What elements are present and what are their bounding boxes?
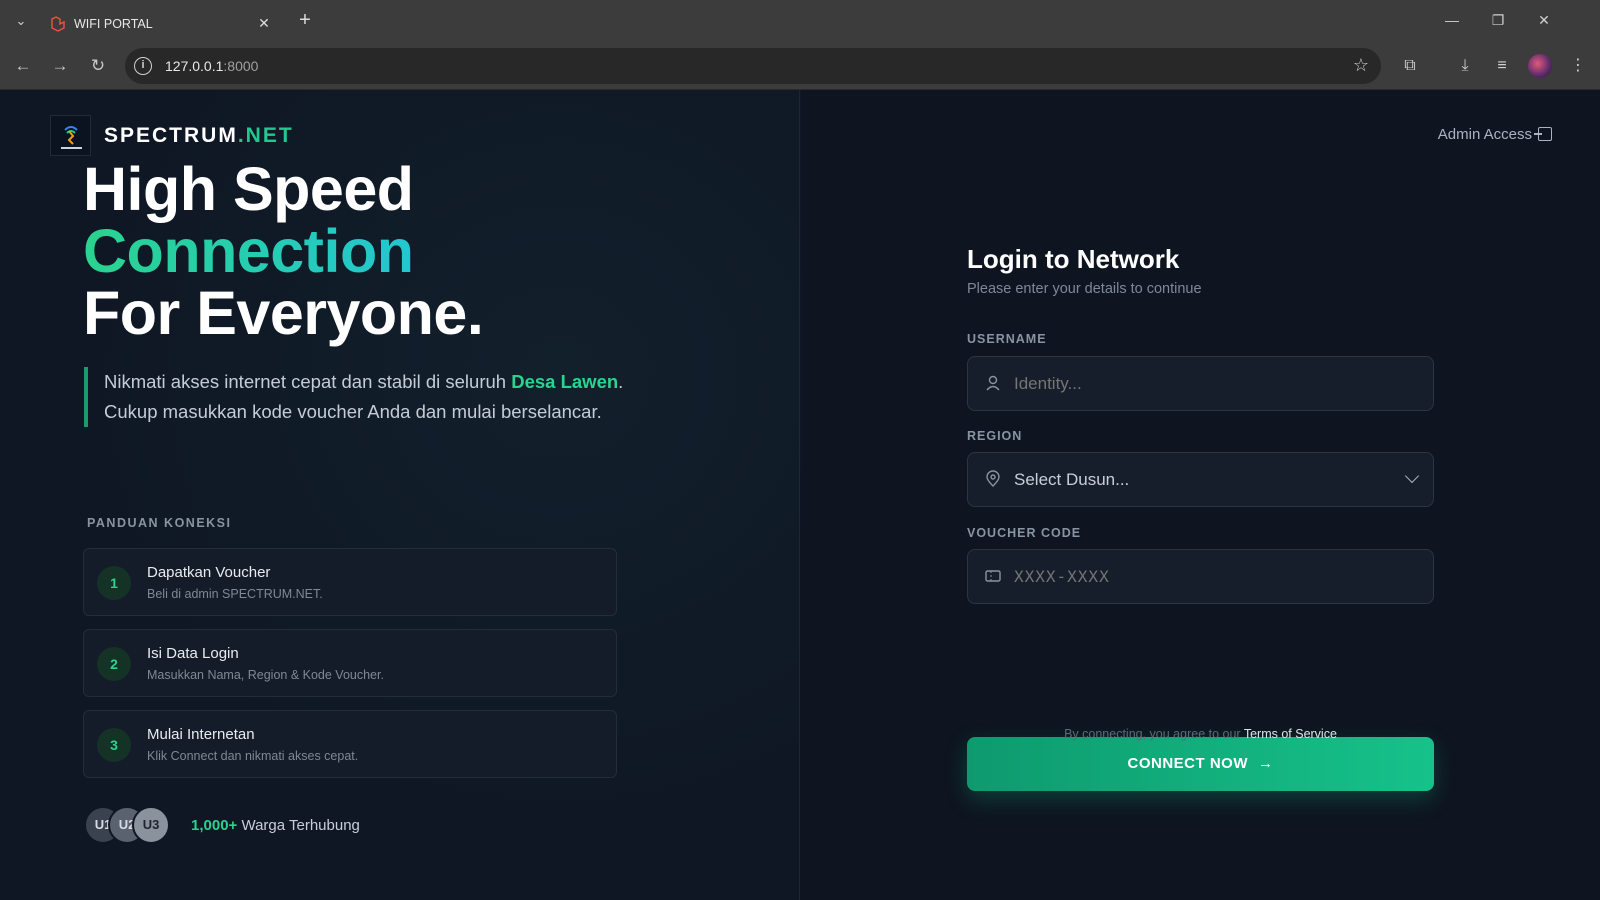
media-control-icon[interactable]: ≡ xyxy=(1490,54,1514,78)
bookmark-star-icon[interactable]: ☆ xyxy=(1353,55,1369,76)
chevron-down-icon xyxy=(1404,468,1420,484)
hero-line-1: High Speed xyxy=(83,155,414,223)
new-tab-button[interactable]: + xyxy=(294,10,316,32)
url-text: 127.0.0.1:8000 xyxy=(165,58,259,74)
browser-tabbar: ⌄ WIFI PORTAL ✕ + — ❐ ✕ xyxy=(0,0,1600,42)
guide-title: PANDUAN KONEKSI xyxy=(87,516,232,530)
wifi-logo-icon xyxy=(61,126,82,149)
region-selected-value: Select Dusun... xyxy=(1014,470,1130,489)
browser-tab[interactable]: WIFI PORTAL ✕ xyxy=(36,6,282,42)
hero-headline: High Speed Connection For Everyone. xyxy=(83,155,484,347)
voucher-input[interactable] xyxy=(1014,567,1394,586)
user-avatar-stack: U1 U2 U3 xyxy=(84,806,184,846)
voucher-field[interactable] xyxy=(967,549,1434,604)
form-subtitle: Please enter your details to continue xyxy=(967,281,1202,297)
location-pin-icon xyxy=(984,470,1002,488)
username-label: USERNAME xyxy=(967,332,1047,346)
connected-users-stat: 1,000+ Warga Terhubung xyxy=(191,817,360,834)
region-select[interactable]: Select Dusun... xyxy=(967,452,1434,507)
arrow-right-icon: → xyxy=(1258,755,1274,772)
portal-page: SPECTRUM.NET High Speed Connection For E… xyxy=(0,90,1600,900)
step-number: 1 xyxy=(97,566,131,600)
tab-title: WIFI PORTAL xyxy=(74,17,153,31)
step-subtitle: Masukkan Nama, Region & Kode Voucher. xyxy=(147,668,384,682)
terms-link[interactable]: Terms of Service xyxy=(1244,727,1337,741)
step-subtitle: Beli di admin SPECTRUM.NET. xyxy=(147,587,323,601)
reload-icon[interactable]: ↻ xyxy=(86,54,110,78)
step-subtitle: Klik Connect dan nikmati akses cepat. xyxy=(147,749,359,763)
guide-step-2: 2 Isi Data Login Masukkan Nama, Region &… xyxy=(83,629,617,697)
voucher-label: VOUCHER CODE xyxy=(967,526,1082,540)
back-icon[interactable]: ← xyxy=(11,54,35,78)
user-icon xyxy=(984,374,1002,392)
download-icon[interactable]: ⤓ xyxy=(1453,54,1477,78)
hero-description: Nikmati akses internet cepat dan stabil … xyxy=(84,367,624,427)
close-window-icon[interactable]: ✕ xyxy=(1530,8,1558,32)
guide-step-3: 3 Mulai Internetan Klik Connect dan nikm… xyxy=(83,710,617,778)
admin-access-link[interactable]: Admin Access xyxy=(1438,126,1552,143)
browser-toolbar: ← → ↻ i 127.0.0.1:8000 ☆ ⧉ ⤓ ≡ ⋮ xyxy=(0,42,1600,90)
forward-icon[interactable]: → xyxy=(48,54,72,78)
address-bar[interactable]: i 127.0.0.1:8000 ☆ xyxy=(125,48,1381,84)
form-title: Login to Network xyxy=(967,244,1180,274)
connect-button[interactable]: CONNECT NOW → xyxy=(967,737,1434,791)
terms-note: By connecting, you agree to our Terms of… xyxy=(1064,727,1337,741)
ticket-icon xyxy=(984,567,1002,585)
brand-logo xyxy=(50,115,91,156)
username-field[interactable] xyxy=(967,356,1434,411)
guide-step-1: 1 Dapatkan Voucher Beli di admin SPECTRU… xyxy=(83,548,617,616)
tab-search-button[interactable]: ⌄ xyxy=(10,10,32,32)
hero-line-2: Connection xyxy=(83,220,483,282)
login-arrow-icon xyxy=(1534,127,1552,141)
avatar: U3 xyxy=(132,806,170,844)
restore-icon[interactable]: ❐ xyxy=(1484,8,1512,32)
hero-panel: SPECTRUM.NET High Speed Connection For E… xyxy=(0,90,800,900)
hero-line-3: For Everyone. xyxy=(83,279,484,347)
username-input[interactable] xyxy=(1014,374,1394,394)
step-title: Isi Data Login xyxy=(147,645,239,662)
laravel-favicon-icon xyxy=(51,16,65,32)
region-label: REGION xyxy=(967,429,1023,443)
profile-avatar[interactable] xyxy=(1528,54,1552,78)
minimize-icon[interactable]: — xyxy=(1438,8,1466,32)
step-number: 2 xyxy=(97,647,131,681)
step-number: 3 xyxy=(97,728,131,762)
menu-icon[interactable]: ⋮ xyxy=(1566,54,1590,78)
site-info-icon[interactable]: i xyxy=(134,57,152,75)
extensions-icon[interactable]: ⧉ xyxy=(1398,54,1422,78)
step-title: Mulai Internetan xyxy=(147,726,255,743)
step-title: Dapatkan Voucher xyxy=(147,564,271,581)
brand-name: SPECTRUM.NET xyxy=(104,124,294,147)
tab-close-icon[interactable]: ✕ xyxy=(254,13,274,33)
